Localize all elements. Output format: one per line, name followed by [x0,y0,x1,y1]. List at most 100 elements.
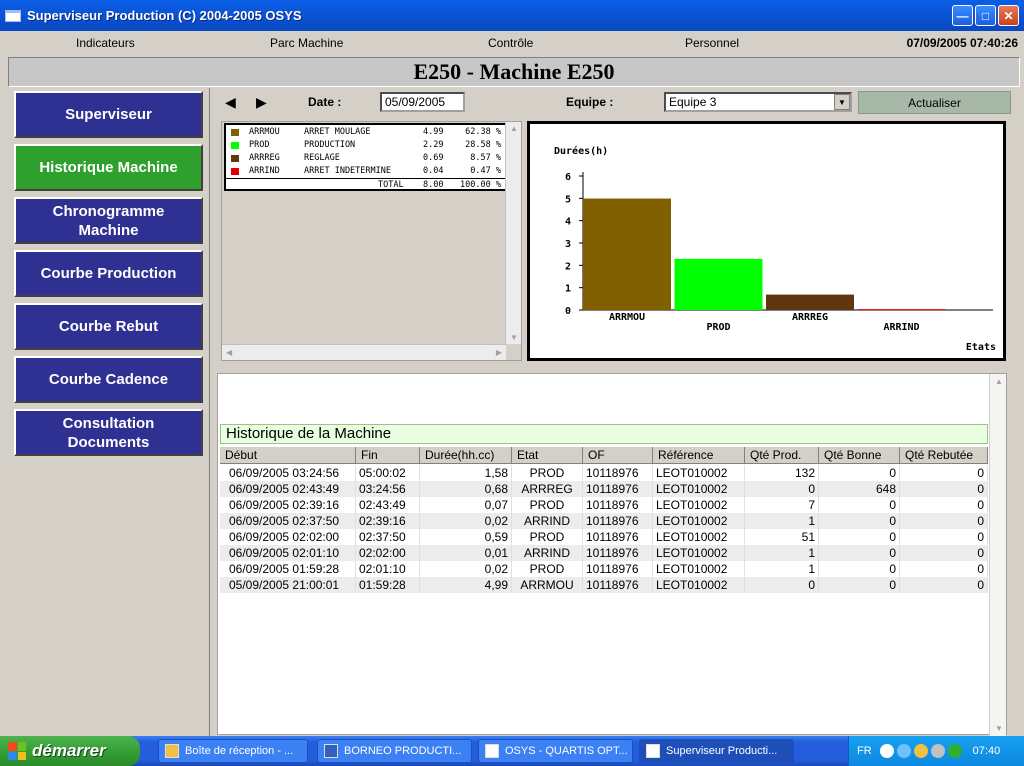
scroll-down-icon[interactable]: ▼ [995,724,1003,733]
nav-courbe-cadence-button[interactable]: Courbe Cadence [14,356,203,403]
current-datetime: 07/09/2005 07:40:26 [906,36,1018,50]
y-tick-label: 3 [565,239,571,250]
legend-total-label: TOTAL [378,180,404,190]
table-cell: 7 [745,497,819,513]
table-row[interactable]: 06/09/2005 01:59:28 02:01:10 0,02 PROD 10118… [220,561,988,577]
scroll-left-icon[interactable]: ◀ [226,348,232,357]
close-button[interactable]: ✕ [998,5,1019,26]
table-cell: 0 [900,545,988,561]
refresh-button[interactable]: Actualiser [858,91,1011,114]
table-row[interactable]: 06/09/2005 02:01:10 02:02:00 0,01 ARRIND 101… [220,545,988,561]
table-cell: 10118976 [583,465,653,481]
column-header[interactable]: Etat [512,447,583,464]
table-cell: 1,58 [420,465,512,481]
column-header[interactable]: Qté Rebutée [900,447,988,464]
column-header[interactable]: Début [220,447,356,464]
taskbar: démarrer Boîte de réception - ... BORNEO… [0,736,1024,766]
legend-vertical-scrollbar[interactable]: ▲ ▼ [505,122,521,344]
tray-app-icon[interactable] [913,744,928,758]
outlook-icon [165,744,179,758]
column-header[interactable]: Fin [356,447,420,464]
table-row[interactable]: 05/09/2005 21:00:01 01:59:28 4,99 ARRMOU 101… [220,577,988,593]
table-cell: 06/09/2005 02:02:00 [220,529,356,545]
menu-personnel[interactable]: Personnel [685,36,739,50]
legend-value: 4.99 [423,127,444,137]
column-header[interactable]: Référence [653,447,745,464]
language-indicator[interactable]: FR [857,745,872,757]
table-cell: 0 [900,465,988,481]
legend-horizontal-scrollbar[interactable]: ◀ ▶ [222,344,506,360]
legend-code: ARRREG [249,153,280,163]
next-date-arrow-icon[interactable]: ▶ [256,94,267,111]
task-superviseur[interactable]: Superviseur Producti... [639,739,794,763]
system-tray: FR 07:40 [848,736,1024,766]
x-category-label: ARRMOU [609,312,645,323]
table-cell: 0 [819,497,900,513]
filter-toolbar: ◀ ▶ Date : 05/09/2005 Equipe : Equipe 3 … [210,88,1021,116]
menu-indicateurs[interactable]: Indicateurs [76,36,135,50]
table-row[interactable]: 06/09/2005 03:24:56 05:00:02 1,58 PROD 10118… [220,465,988,481]
task-word[interactable]: BORNEO PRODUCTI... [317,739,472,763]
scroll-up-icon[interactable]: ▲ [510,124,518,133]
y-tick-label: 5 [565,194,571,205]
volume-icon[interactable] [930,744,945,758]
nav-consultation-documents-button[interactable]: Consultation Documents [14,409,203,456]
table-cell: 06/09/2005 02:39:16 [220,497,356,513]
nav-superviseur-button[interactable]: Superviseur [14,91,203,138]
column-header[interactable]: Qté Bonne [819,447,900,464]
nav-courbe-rebut-button[interactable]: Courbe Rebut [14,303,203,350]
column-header[interactable]: OF [583,447,653,464]
column-header[interactable]: Qté Prod. [745,447,819,464]
legend-total-pct: 100.00 % [460,180,501,190]
scroll-up-icon[interactable]: ▲ [995,377,1003,386]
table-cell: 02:02:00 [356,545,420,561]
previous-date-arrow-icon[interactable]: ◀ [225,94,236,111]
table-cell: 10118976 [583,561,653,577]
x-category-label: ARRREG [792,312,828,323]
column-header[interactable]: Durée(hh.cc) [420,447,512,464]
table-cell: LEOT010002 [653,465,745,481]
legend-code: PROD [249,140,270,150]
table-cell: 1 [745,561,819,577]
bar-chart-svg: Durées(h) 0 1 2 3 4 5 6 ARRMOU PROD ARRREG ARRIND Et… [554,145,996,353]
tray-arrow-icon[interactable] [879,744,894,758]
table-cell: 0 [745,481,819,497]
table-cell: ARRREG [512,481,583,497]
date-input[interactable]: 05/09/2005 [380,92,465,112]
table-cell: 0 [900,577,988,593]
table-cell: LEOT010002 [653,513,745,529]
table-row[interactable]: 06/09/2005 02:39:16 02:43:49 0,07 PROD 10118… [220,497,988,513]
scroll-down-icon[interactable]: ▼ [510,333,518,342]
table-row[interactable]: 06/09/2005 02:37:50 02:39:16 0,02 ARRIND 101… [220,513,988,529]
table-cell: 0 [819,545,900,561]
task-osys[interactable]: OSYS - QUARTIS OPT... [478,739,633,763]
nav-historique-machine-button[interactable]: Historique Machine [14,144,203,191]
table-cell: 0,59 [420,529,512,545]
table-row[interactable]: 06/09/2005 02:02:00 02:37:50 0,59 PROD 10118… [220,529,988,545]
date-label: Date : [308,95,342,109]
minimize-button[interactable]: — [952,5,973,26]
table-cell: ARRIND [512,545,583,561]
bar-arrreg [766,294,854,310]
menu-parc-machine[interactable]: Parc Machine [270,36,343,50]
chevron-down-icon[interactable]: ▼ [834,94,850,110]
table-cell: 06/09/2005 02:37:50 [220,513,356,529]
network-icon[interactable] [896,744,911,758]
update-icon[interactable] [947,744,962,758]
scroll-right-icon[interactable]: ▶ [496,348,502,357]
task-outlook[interactable]: Boîte de réception - ... [158,739,308,763]
table-cell: 06/09/2005 01:59:28 [220,561,356,577]
start-button[interactable]: démarrer [0,736,140,766]
legend-value: 2.29 [423,140,444,150]
team-select[interactable]: Equipe 3 ▼ [664,92,852,112]
history-title: Historique de la Machine [220,424,988,444]
table-cell: 05:00:02 [356,465,420,481]
window-icon [485,744,499,758]
history-vertical-scrollbar[interactable]: ▲ ▼ [989,374,1006,736]
nav-courbe-production-button[interactable]: Courbe Production [14,250,203,297]
maximize-button[interactable]: □ [975,5,996,26]
table-row[interactable]: 06/09/2005 02:43:49 03:24:56 0,68 ARRREG 101… [220,481,988,497]
table-cell: 10118976 [583,513,653,529]
menu-controle[interactable]: Contrôle [488,36,533,50]
nav-chronogramme-machine-button[interactable]: Chronogramme Machine [14,197,203,244]
